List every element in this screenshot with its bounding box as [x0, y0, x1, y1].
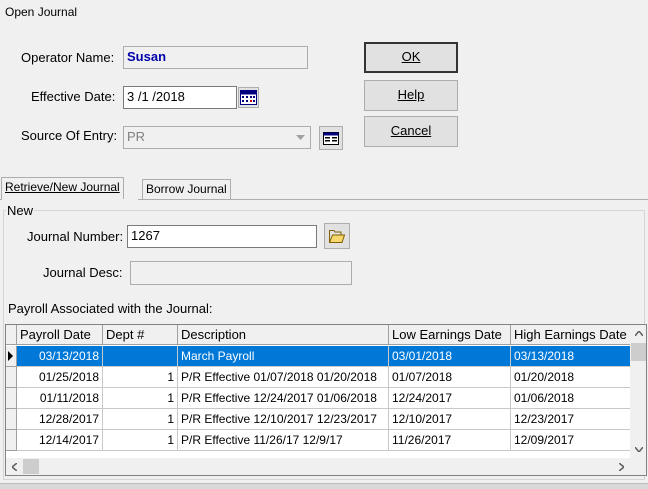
source-of-entry-select: PR [123, 126, 311, 149]
horizontal-scroll-thumb[interactable] [23, 459, 39, 474]
table-row[interactable]: 01/11/2018 1 P/R Effective 12/24/2017 01… [6, 388, 646, 409]
col-header-description[interactable]: Description [178, 325, 389, 345]
chevron-down-icon [291, 127, 310, 148]
cell-high-earnings: 01/20/2018 [511, 367, 631, 388]
chevron-down-icon [634, 447, 643, 452]
cell-description: P/R Effective 11/26/17 12/9/17 [178, 430, 389, 451]
cell-low-earnings: 12/10/2017 [389, 409, 511, 430]
cell-dept: 1 [103, 388, 178, 409]
payroll-caption: Payroll Associated with the Journal: [8, 301, 213, 316]
new-group-legend: New [6, 203, 35, 218]
cell-low-earnings: 11/26/2017 [389, 430, 511, 451]
cell-dept [103, 346, 178, 367]
col-header-high-earnings[interactable]: High Earnings Date [511, 325, 631, 345]
open-folder-button[interactable] [324, 223, 350, 249]
scroll-up-button[interactable] [630, 325, 646, 342]
window-bottom-edge [0, 483, 648, 489]
row-selector [6, 367, 17, 388]
cell-dept: 1 [103, 430, 178, 451]
journal-number-label: Journal Number: [27, 229, 124, 244]
row-selector [6, 346, 17, 367]
grid-corner [6, 325, 17, 345]
cell-dept: 1 [103, 409, 178, 430]
vertical-scroll-thumb[interactable] [631, 343, 646, 361]
table-row[interactable]: 03/13/2018 March Payroll 03/01/2018 03/1… [6, 346, 646, 367]
effective-date-input[interactable]: 3 /1 /2018 [123, 86, 237, 109]
scroll-right-button[interactable] [613, 458, 630, 475]
scrollbar-corner [630, 458, 646, 475]
cell-low-earnings: 03/01/2018 [389, 346, 511, 367]
lookup-icon [323, 131, 339, 145]
ok-button[interactable]: OK [364, 42, 458, 73]
cell-description: P/R Effective 01/07/2018 01/20/2018 [178, 367, 389, 388]
cell-payroll-date: 01/11/2018 [17, 388, 103, 409]
operator-name-label: Operator Name: [21, 50, 115, 65]
effective-date-label: Effective Date: [31, 89, 116, 104]
cell-payroll-date: 01/25/2018 [17, 367, 103, 388]
cancel-button[interactable]: Cancel [364, 116, 458, 147]
row-selector [6, 430, 17, 451]
scroll-left-button[interactable] [6, 458, 23, 475]
operator-name-field: Susan [123, 46, 308, 69]
current-row-arrow-icon [8, 351, 13, 361]
help-button[interactable]: Help [364, 80, 458, 111]
source-of-entry-label: Source Of Entry: [21, 128, 118, 143]
table-row[interactable]: 01/25/2018 1 P/R Effective 01/07/2018 01… [6, 367, 646, 388]
cell-description: P/R Effective 12/10/2017 12/23/2017 [178, 409, 389, 430]
cell-high-earnings: 01/06/2018 [511, 388, 631, 409]
journal-number-input[interactable]: 1267 [127, 225, 317, 248]
source-lookup-button[interactable] [319, 126, 343, 150]
tab-retrieve-label: Retrieve/New Journal [5, 180, 120, 194]
ok-button-label: OK [401, 49, 421, 64]
cell-payroll-date: 12/14/2017 [17, 430, 103, 451]
cell-description: P/R Effective 12/24/2017 01/06/2018 [178, 388, 389, 409]
vertical-scrollbar[interactable] [630, 325, 646, 458]
cell-high-earnings: 03/13/2018 [511, 346, 631, 367]
cell-low-earnings: 12/24/2017 [389, 388, 511, 409]
table-row[interactable]: 12/28/2017 1 P/R Effective 12/10/2017 12… [6, 409, 646, 430]
col-header-low-earnings[interactable]: Low Earnings Date [389, 325, 511, 345]
calendar-icon [240, 90, 257, 105]
tab-retrieve-new-journal[interactable]: Retrieve/New Journal [1, 177, 124, 199]
help-button-label: Help [397, 87, 425, 102]
cell-payroll-date: 03/13/2018 [17, 346, 103, 367]
col-header-payroll-date[interactable]: Payroll Date [17, 325, 103, 345]
scroll-down-button[interactable] [630, 441, 646, 458]
cell-payroll-date: 12/28/2017 [17, 409, 103, 430]
tab-borrow-journal[interactable]: Borrow Journal [142, 179, 231, 199]
tab-borrow-label: Borrow Journal [146, 182, 227, 196]
row-selector [6, 388, 17, 409]
journal-desc-label: Journal Desc: [43, 265, 123, 280]
payroll-grid[interactable]: Payroll Date Dept # Description Low Earn… [5, 324, 647, 476]
window-title: Open Journal [5, 5, 78, 19]
table-row[interactable]: 12/14/2017 1 P/R Effective 11/26/17 12/9… [6, 430, 646, 451]
cell-high-earnings: 12/23/2017 [511, 409, 631, 430]
cell-high-earnings: 12/09/2017 [511, 430, 631, 451]
cell-low-earnings: 01/07/2018 [389, 367, 511, 388]
active-tab-gap [2, 199, 138, 200]
chevron-left-icon [12, 462, 17, 471]
chevron-right-icon [619, 462, 624, 471]
folder-open-icon [329, 229, 345, 243]
source-of-entry-value: PR [127, 129, 146, 144]
cell-description: March Payroll [178, 346, 389, 367]
horizontal-scrollbar[interactable] [6, 458, 630, 475]
cell-dept: 1 [103, 367, 178, 388]
col-header-dept[interactable]: Dept # [103, 325, 178, 345]
journal-desc-field [130, 261, 352, 285]
chevron-up-icon [634, 331, 643, 336]
cancel-button-label: Cancel [390, 123, 432, 138]
row-selector [6, 409, 17, 430]
calendar-button[interactable] [238, 87, 259, 108]
